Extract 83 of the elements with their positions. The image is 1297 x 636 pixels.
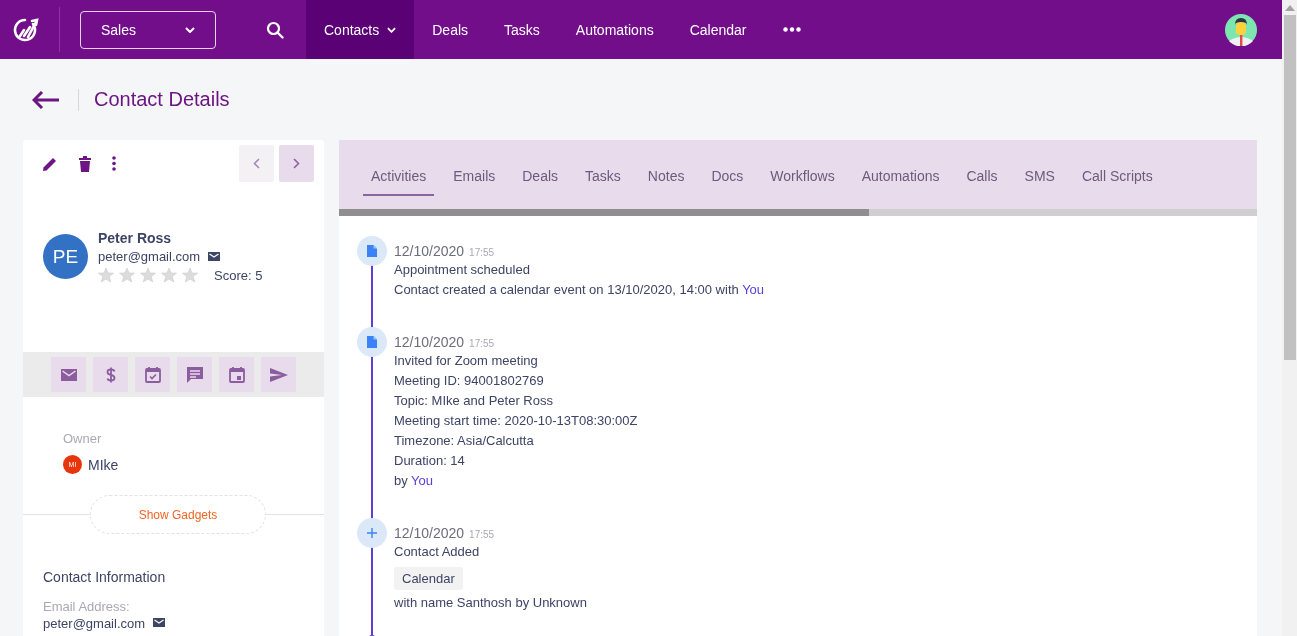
tab[interactable]: Call Scripts (1073, 166, 1161, 196)
owner-label: Owner (63, 431, 103, 446)
task-action-button[interactable] (135, 357, 170, 392)
tab[interactable]: Docs (703, 166, 752, 196)
nav-item[interactable]: Tasks (486, 0, 558, 59)
more-icon[interactable] (782, 27, 801, 32)
activity-date: 12/10/2020 (394, 243, 465, 259)
tab[interactable]: Activities (363, 166, 435, 196)
activity-text: Timezone: Asia/Calcutta (394, 432, 535, 450)
contact-email: peter@gmail.com (98, 249, 201, 264)
scrollbar[interactable] (1282, 0, 1297, 636)
activity-text: Contact Added (394, 543, 481, 561)
nav-item[interactable]: Automations (557, 0, 672, 59)
activity-text: Duration: 14 (394, 452, 466, 470)
send-action-button[interactable] (261, 357, 296, 392)
calendar-icon (226, 364, 247, 385)
activity-time: 17:55 (469, 529, 495, 540)
note-action-button[interactable] (177, 357, 212, 392)
field-label: Email Address: (43, 599, 131, 614)
contact-avatar: PE (43, 234, 88, 279)
back-arrow-icon[interactable] (32, 90, 60, 109)
tab[interactable]: Automations (853, 166, 948, 196)
horizontal-scrollbar-thumb[interactable] (339, 209, 869, 216)
star-rating[interactable] (98, 267, 198, 283)
chevron-right-icon (293, 158, 300, 169)
contact-name: Peter Ross (98, 230, 173, 246)
activity-date: 12/10/2020 (394, 334, 465, 350)
mail-icon[interactable] (208, 252, 221, 261)
show-gadgets-button[interactable]: Show Gadgets (90, 495, 266, 534)
user-avatar[interactable] (1225, 13, 1257, 46)
mail-icon[interactable] (153, 618, 166, 627)
tab[interactable]: Notes (639, 166, 693, 196)
scrollbar-thumb[interactable] (1283, 15, 1296, 360)
chevron-down-icon (185, 26, 195, 33)
tab[interactable]: Deals (514, 166, 567, 196)
page-title: Contact Details (94, 88, 230, 111)
horizontal-scrollbar[interactable] (339, 209, 1257, 216)
field-value: peter@gmail.com (43, 616, 146, 631)
activity-text: Meeting start time: 2020-10-13T08:30:00Z (394, 412, 638, 430)
user-link[interactable]: You (742, 282, 765, 297)
chevron-left-icon (253, 158, 260, 169)
contact-score: Score: 5 (214, 267, 263, 283)
email-action-button[interactable] (51, 357, 86, 392)
activity-date: 12/10/2020 (394, 525, 465, 541)
activity-text: Topic: MIke and Peter Ross (394, 392, 554, 410)
scroll-up-icon[interactable] (1284, 5, 1295, 11)
nav-item[interactable]: Contacts (306, 0, 415, 59)
search-icon[interactable] (266, 20, 284, 39)
document-icon (367, 336, 377, 348)
event-action-button[interactable] (219, 357, 254, 392)
star-icon[interactable] (140, 267, 156, 283)
activity-time: 17:55 (469, 247, 495, 258)
nav-item[interactable]: Calendar (671, 0, 765, 59)
document-icon (367, 245, 377, 257)
user-link[interactable]: You (411, 473, 434, 488)
activity-time: 17:55 (469, 338, 495, 349)
more-vertical-icon[interactable] (112, 156, 116, 171)
activity-text: by You (394, 472, 435, 490)
section-title: Contact Information (43, 569, 167, 585)
tab[interactable]: SMS (1016, 166, 1063, 196)
star-icon[interactable] (98, 267, 114, 283)
activity-text: with name Santhosh by Unknown (394, 594, 587, 612)
star-icon[interactable] (182, 267, 198, 283)
tab[interactable]: Emails (445, 166, 504, 196)
activity-text: Appointment scheduled (394, 261, 531, 279)
activity-text: Contact created a calendar event on 13/10/2020, 14:00 with You (394, 281, 765, 299)
star-icon[interactable] (119, 267, 135, 283)
nav-item[interactable]: Deals (414, 0, 487, 59)
calendar-check-icon (142, 364, 163, 385)
activity-text: Invited for Zoom meeting (394, 352, 539, 370)
owner-name: MIke (88, 456, 119, 473)
delete-icon[interactable] (78, 155, 92, 172)
pipeline-select[interactable]: Sales (80, 10, 216, 49)
edit-icon[interactable] (42, 155, 58, 172)
chat-icon (184, 364, 205, 385)
deal-action-button[interactable] (93, 357, 128, 392)
tag: Calendar (394, 567, 463, 590)
tab[interactable]: Tasks (577, 166, 629, 196)
activity-text: Meeting ID: 94001802769 (394, 372, 545, 390)
star-icon[interactable] (161, 267, 177, 283)
tab[interactable]: Calls (958, 166, 1006, 196)
plus-icon (367, 528, 377, 538)
tab[interactable]: Workflows (762, 166, 843, 196)
